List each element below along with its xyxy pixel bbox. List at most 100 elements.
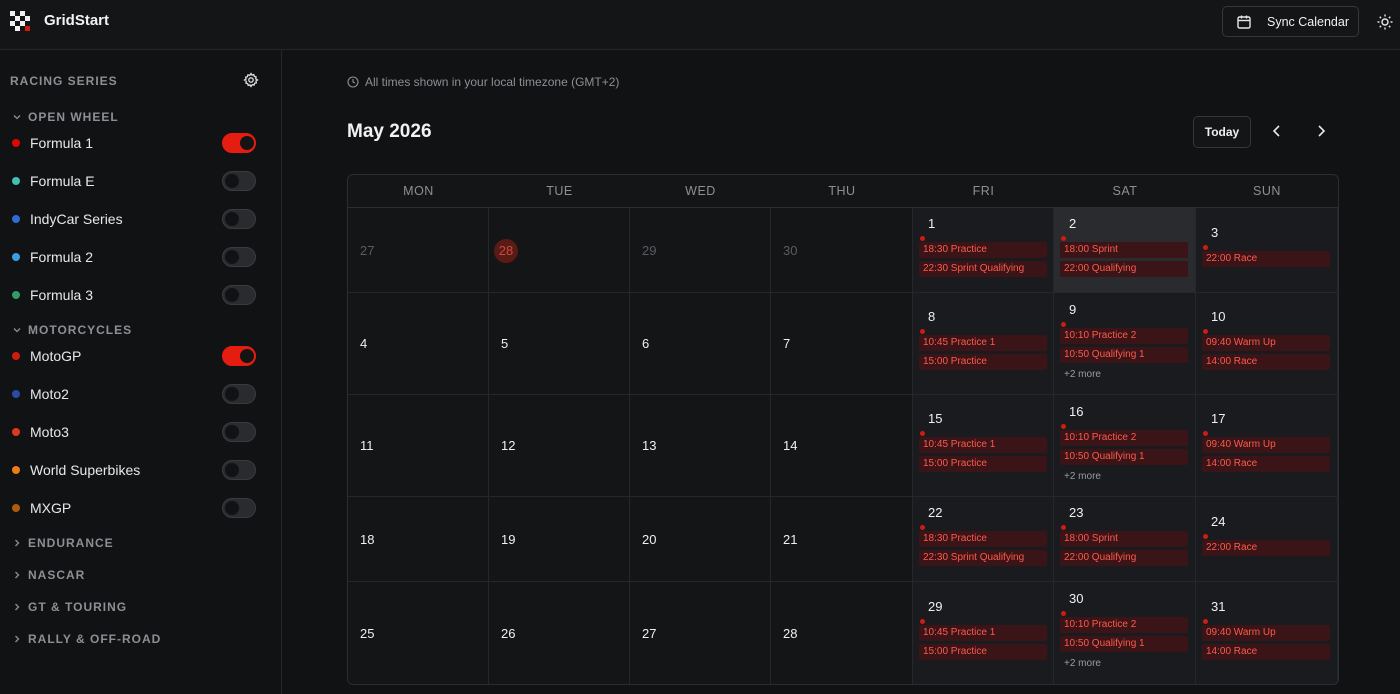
calendar-day-cell[interactable]: 27 xyxy=(630,582,771,684)
series-item[interactable]: Formula 1 xyxy=(12,131,260,155)
more-events-link[interactable]: +2 more xyxy=(1064,658,1101,669)
calendar-day-cell[interactable]: 15 10:45 Practice 1 15:00 Practice xyxy=(913,395,1054,497)
series-item[interactable]: Formula 3 xyxy=(12,283,260,307)
gear-icon[interactable] xyxy=(243,72,259,88)
checkered-flag-logo-icon[interactable] xyxy=(10,11,32,31)
calendar-day-cell[interactable]: 30 xyxy=(771,208,913,293)
series-toggle[interactable] xyxy=(222,498,256,518)
calendar-day-cell[interactable]: 28 xyxy=(489,208,630,293)
event-chip[interactable]: 10:10 Practice 2 xyxy=(1060,327,1188,344)
event-chip[interactable]: 15:00 Practice xyxy=(919,643,1047,660)
event-chip[interactable]: 22:00 Race xyxy=(1202,540,1330,556)
event-chip[interactable]: 10:45 Practice 1 xyxy=(919,624,1047,641)
series-toggle[interactable] xyxy=(222,422,256,442)
event-chip[interactable]: 09:40 Warm Up xyxy=(1202,335,1330,351)
calendar-day-cell[interactable]: 13 xyxy=(630,395,771,497)
calendar-day-cell[interactable]: 11 xyxy=(348,395,489,497)
event-chip[interactable]: 22:00 Qualifying xyxy=(1060,260,1188,277)
calendar-day-cell[interactable]: 5 xyxy=(489,293,630,395)
series-toggle[interactable] xyxy=(222,247,256,267)
event-chip[interactable]: 10:50 Qualifying 1 xyxy=(1060,346,1188,363)
calendar-day-cell[interactable]: 22 18:30 Practice 22:30 Sprint Qualifying xyxy=(913,497,1054,582)
series-item[interactable]: Moto2 xyxy=(12,382,260,406)
calendar-day-cell[interactable]: 9 10:10 Practice 2 10:50 Qualifying 1 +2 mo… xyxy=(1054,293,1196,395)
series-group-header[interactable]: OPEN WHEEL xyxy=(12,110,119,124)
chevron-right-icon[interactable] xyxy=(1314,124,1328,138)
calendar-day-cell[interactable]: 26 xyxy=(489,582,630,684)
series-item[interactable]: Formula E xyxy=(12,169,260,193)
event-chip[interactable]: 09:40 Warm Up xyxy=(1202,624,1330,641)
event-chip[interactable]: 15:00 Practice xyxy=(919,456,1047,472)
brand-name[interactable]: GridStart xyxy=(44,12,109,29)
series-group-header[interactable]: RALLY & OFF-ROAD xyxy=(12,632,161,646)
series-item[interactable]: IndyCar Series xyxy=(12,207,260,231)
more-events-link[interactable]: +2 more xyxy=(1064,369,1101,380)
event-chip[interactable]: 18:30 Practice xyxy=(919,241,1047,258)
series-group-header[interactable]: ENDURANCE xyxy=(12,536,114,550)
calendar-day-cell[interactable]: 31 09:40 Warm Up 14:00 Race xyxy=(1196,582,1338,684)
calendar-day-cell[interactable]: 24 22:00 Race xyxy=(1196,497,1338,582)
calendar-day-cell[interactable]: 30 10:10 Practice 2 10:50 Qualifying 1 +2 m… xyxy=(1054,582,1196,684)
calendar-day-cell[interactable]: 21 xyxy=(771,497,913,582)
series-toggle[interactable] xyxy=(222,133,256,153)
calendar-day-cell[interactable]: 8 10:45 Practice 1 15:00 Practice xyxy=(913,293,1054,395)
calendar-day-cell[interactable]: 16 10:10 Practice 2 10:50 Qualifying 1 +2 m… xyxy=(1054,395,1196,497)
calendar-day-cell[interactable]: 19 xyxy=(489,497,630,582)
calendar-day-cell[interactable]: 10 09:40 Warm Up 14:00 Race xyxy=(1196,293,1338,395)
event-chip[interactable]: 10:50 Qualifying 1 xyxy=(1060,636,1188,652)
calendar-day-cell[interactable]: 1 18:30 Practice 22:30 Sprint Qualifying xyxy=(913,208,1054,293)
calendar-day-cell[interactable]: 6 xyxy=(630,293,771,395)
event-chip[interactable]: 22:00 Race xyxy=(1202,251,1330,267)
calendar-day-cell[interactable]: 29 10:45 Practice 1 15:00 Practice xyxy=(913,582,1054,684)
series-toggle[interactable] xyxy=(222,171,256,191)
calendar-day-cell[interactable]: 17 09:40 Warm Up 14:00 Race xyxy=(1196,395,1338,497)
theme-toggle-sun-icon[interactable] xyxy=(1377,14,1393,30)
calendar-day-cell[interactable]: 7 xyxy=(771,293,913,395)
series-toggle[interactable] xyxy=(222,460,256,480)
event-chip[interactable]: 10:10 Practice 2 xyxy=(1060,429,1188,446)
event-chip[interactable]: 18:00 Sprint xyxy=(1060,241,1188,258)
calendar-day-cell[interactable]: 29 xyxy=(630,208,771,293)
event-chip[interactable]: 10:45 Practice 1 xyxy=(919,437,1047,453)
today-button[interactable]: Today xyxy=(1193,116,1251,148)
series-toggle[interactable] xyxy=(222,346,256,366)
series-toggle[interactable] xyxy=(222,209,256,229)
calendar-day-cell[interactable]: 25 xyxy=(348,582,489,684)
event-chip[interactable]: 18:00 Sprint xyxy=(1060,530,1188,547)
event-chip[interactable]: 22:00 Qualifying xyxy=(1060,549,1188,566)
series-item[interactable]: Moto3 xyxy=(12,420,260,444)
calendar-day-cell[interactable]: 2 18:00 Sprint 22:00 Qualifying xyxy=(1054,208,1196,293)
event-chip[interactable]: 15:00 Practice xyxy=(919,354,1047,370)
event-chip[interactable]: 14:00 Race xyxy=(1202,456,1330,472)
calendar-day-cell[interactable]: 28 xyxy=(771,582,913,684)
more-events-link[interactable]: +2 more xyxy=(1064,471,1101,482)
calendar-day-cell[interactable]: 27 xyxy=(348,208,489,293)
calendar-day-cell[interactable]: 3 22:00 Race xyxy=(1196,208,1338,293)
sync-calendar-button[interactable]: Sync Calendar xyxy=(1222,6,1359,37)
series-toggle[interactable] xyxy=(222,285,256,305)
series-item[interactable]: MotoGP xyxy=(12,344,260,368)
calendar-day-cell[interactable]: 23 18:00 Sprint 22:00 Qualifying xyxy=(1054,497,1196,582)
calendar-day-cell[interactable]: 20 xyxy=(630,497,771,582)
event-chip[interactable]: 10:45 Practice 1 xyxy=(919,335,1047,351)
calendar-day-cell[interactable]: 14 xyxy=(771,395,913,497)
series-item[interactable]: Formula 2 xyxy=(12,245,260,269)
event-chip[interactable]: 22:30 Sprint Qualifying xyxy=(919,549,1047,566)
series-item[interactable]: World Superbikes xyxy=(12,458,260,482)
event-chip[interactable]: 10:10 Practice 2 xyxy=(1060,617,1188,633)
event-chip[interactable]: 10:50 Qualifying 1 xyxy=(1060,448,1188,465)
chevron-left-icon[interactable] xyxy=(1270,124,1284,138)
calendar-day-cell[interactable]: 12 xyxy=(489,395,630,497)
event-chip[interactable]: 09:40 Warm Up xyxy=(1202,437,1330,453)
series-toggle[interactable] xyxy=(222,384,256,404)
series-item[interactable]: MXGP xyxy=(12,496,260,520)
event-chip[interactable]: 18:30 Practice xyxy=(919,530,1047,547)
series-group-header[interactable]: GT & TOURING xyxy=(12,600,127,614)
event-chip[interactable]: 14:00 Race xyxy=(1202,354,1330,370)
series-group-header[interactable]: MOTORCYCLES xyxy=(12,323,132,337)
event-chip[interactable]: 14:00 Race xyxy=(1202,643,1330,660)
series-group-header[interactable]: NASCAR xyxy=(12,568,85,582)
calendar-day-cell[interactable]: 18 xyxy=(348,497,489,582)
event-chip[interactable]: 22:30 Sprint Qualifying xyxy=(919,260,1047,277)
calendar-day-cell[interactable]: 4 xyxy=(348,293,489,395)
